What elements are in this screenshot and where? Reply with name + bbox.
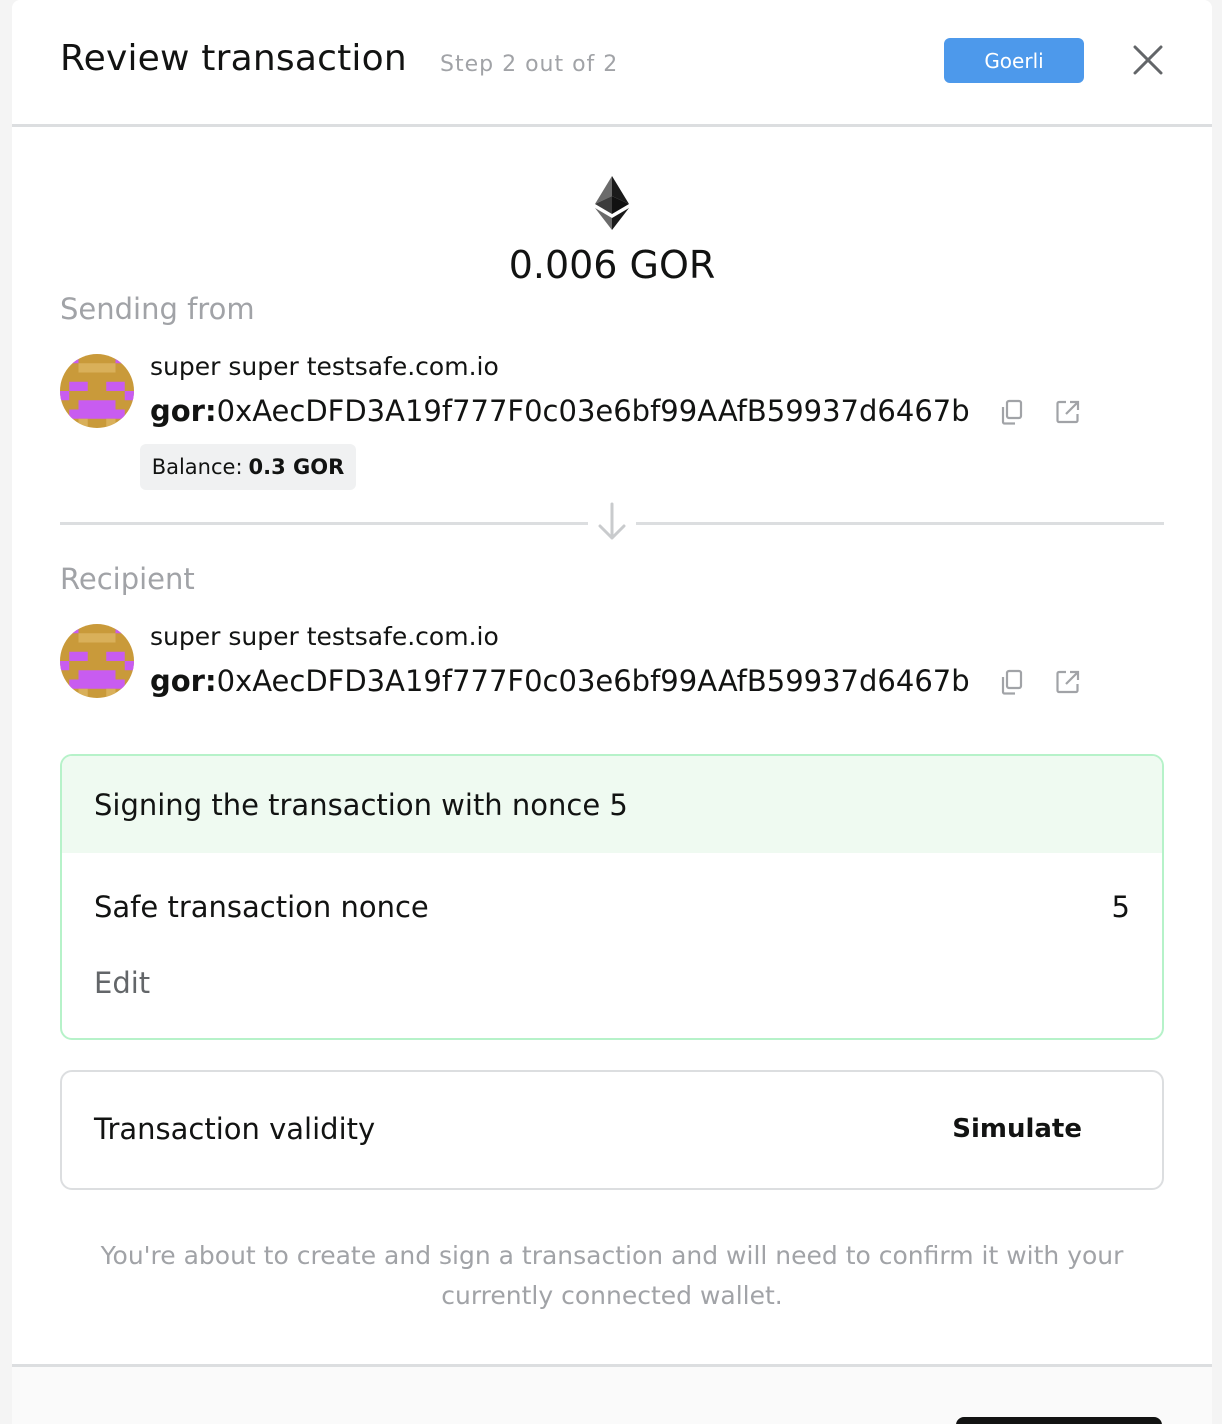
copy-icon[interactable]	[998, 398, 1026, 426]
external-link-icon[interactable]	[1054, 668, 1082, 696]
copy-icon[interactable]	[998, 668, 1026, 696]
recipient-avatar	[60, 624, 134, 698]
divider-right	[636, 522, 1164, 525]
arrow-down-icon	[598, 502, 626, 540]
close-icon	[1133, 45, 1163, 75]
nonce-panel-header: Signing the transaction with nonce 5	[62, 756, 1162, 853]
external-link-icon[interactable]	[1054, 398, 1082, 426]
recipient-address-value: 0xAecDFD3A19f777F0c03e6bf99AAfB59937d646…	[216, 664, 970, 698]
validity-label: Transaction validity	[94, 1112, 376, 1146]
modal-footer	[12, 1367, 1212, 1424]
sender-chain-prefix: gor:	[150, 394, 217, 428]
submit-button[interactable]	[956, 1417, 1162, 1424]
edit-nonce-button[interactable]: Edit	[94, 966, 150, 1000]
balance-label: Balance:	[151, 455, 243, 479]
nonce-label: Safe transaction nonce	[94, 890, 429, 924]
recipient-address: gor:0xAecDFD3A19f777F0c03e6bf99AAfB59937…	[150, 664, 970, 698]
balance-chip: Balance: 0.3 GOR	[140, 444, 356, 490]
balance-value: 0.3 GOR	[248, 455, 345, 479]
page-title: Review transaction	[60, 38, 407, 79]
sender-name: super super testsafe.com.io	[150, 352, 499, 381]
close-button[interactable]	[1128, 40, 1168, 80]
confirmation-notice: You're about to create and sign a transa…	[100, 1241, 1124, 1310]
recipient-name: super super testsafe.com.io	[150, 622, 499, 651]
ethereum-icon	[595, 176, 629, 230]
simulate-button[interactable]: Simulate	[952, 1114, 1082, 1144]
network-badge[interactable]: Goerli	[944, 38, 1084, 83]
transfer-amount: 0.006 GOR	[508, 243, 716, 287]
sender-address-value: 0xAecDFD3A19f777F0c03e6bf99AAfB59937d646…	[216, 394, 970, 428]
modal-header: Review transaction Step 2 out of 2 Goerl…	[12, 0, 1212, 127]
nonce-value: 5	[1111, 890, 1130, 924]
transaction-validity-panel: Transaction validity Simulate	[60, 1070, 1164, 1190]
step-indicator: Step 2 out of 2	[440, 52, 619, 77]
sending-from-label: Sending from	[60, 292, 255, 326]
sender-address: gor:0xAecDFD3A19f777F0c03e6bf99AAfB59937…	[150, 394, 970, 428]
review-transaction-modal: Review transaction Step 2 out of 2 Goerl…	[12, 0, 1212, 1424]
nonce-heading: Signing the transaction with nonce 5	[94, 788, 628, 822]
recipient-label: Recipient	[60, 562, 195, 596]
nonce-panel: Signing the transaction with nonce 5 Saf…	[60, 754, 1164, 1040]
recipient-chain-prefix: gor:	[150, 664, 217, 698]
divider-left	[60, 522, 588, 525]
sender-avatar	[60, 354, 134, 428]
